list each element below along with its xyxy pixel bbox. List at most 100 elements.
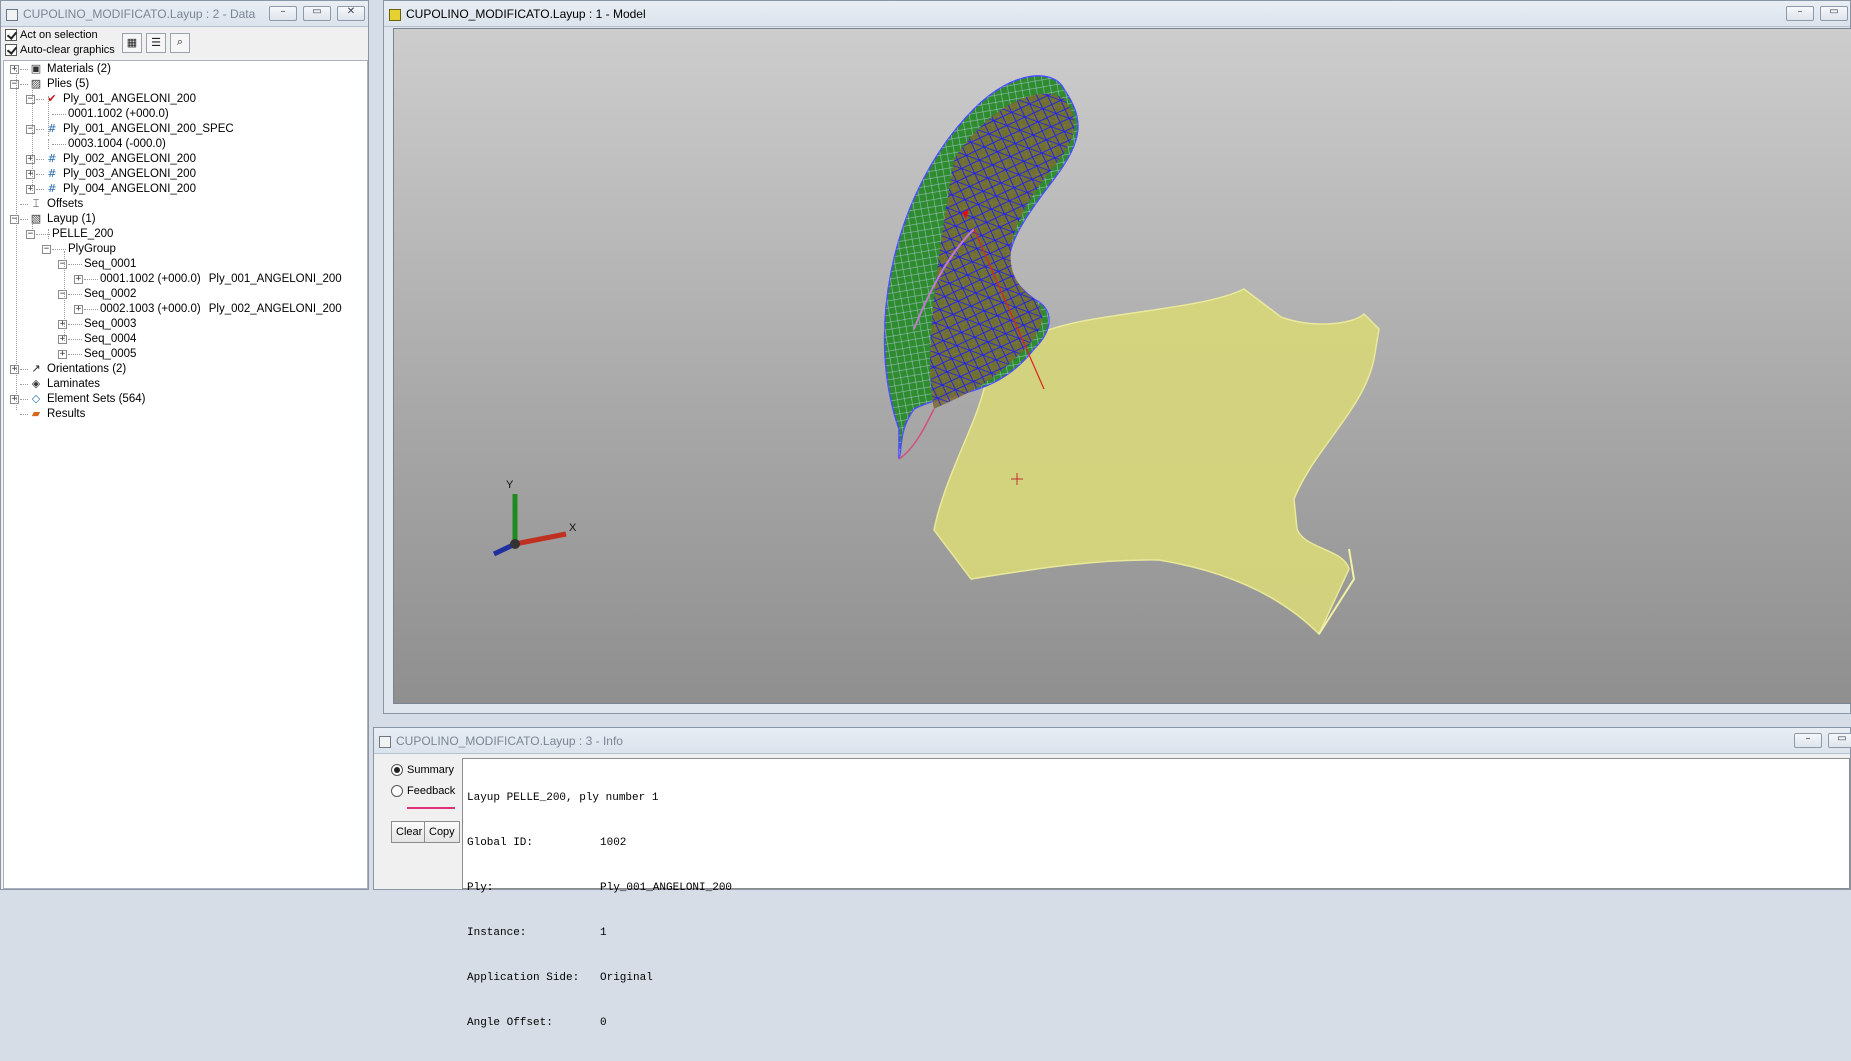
- expand-icon[interactable]: +: [26, 185, 35, 194]
- offsets-icon: ⌶: [32, 197, 40, 210]
- info-header-line: Layup PELLE_200, ply number 1: [467, 792, 659, 804]
- data-tree[interactable]: + ▣ Materials (2) − ▨ Plies (5) − ✔ Ply_001_ANGE…: [3, 60, 368, 889]
- expand-icon[interactable]: +: [10, 65, 19, 74]
- window-system-icon[interactable]: [6, 9, 18, 21]
- tree-node[interactable]: ▣ Materials (2): [30, 61, 111, 77]
- collapse-icon[interactable]: −: [26, 125, 35, 134]
- act-on-selection-checkbox[interactable]: [5, 29, 17, 41]
- tree-node-label: Seq_0004: [84, 333, 137, 345]
- summary-radio[interactable]: [391, 764, 403, 776]
- info-row: Instance: 1: [467, 927, 607, 939]
- expand-icon[interactable]: +: [58, 335, 67, 344]
- tree-node-label: 0003.1004 (-000.0): [68, 138, 166, 150]
- data-window-title: CUPOLINO_MODIFICATO.Layup : 2 - Data: [23, 7, 256, 21]
- expand-icon[interactable]: +: [10, 395, 19, 404]
- tree-node-label: Seq_0003: [84, 318, 137, 330]
- tree-node-label: Materials (2): [47, 63, 111, 75]
- tree-guide: [48, 229, 49, 239]
- tree-connector: [20, 69, 28, 70]
- tree-node-label: Element Sets (564): [47, 393, 146, 405]
- tree-node[interactable]: ▨ Plies (5): [30, 76, 89, 92]
- auto-clear-graphics-label: Auto-clear graphics: [20, 44, 115, 56]
- collapse-icon[interactable]: −: [10, 215, 19, 224]
- tree-node-label: 0001.1002 (+000.0): [68, 108, 169, 120]
- tree-node[interactable]: PlyGroup: [68, 241, 116, 257]
- axis-triad: [492, 494, 567, 557]
- minimize-button[interactable]: –: [269, 6, 297, 21]
- info-output[interactable]: Layup PELLE_200, ply number 1 Global ID:…: [462, 758, 1850, 1029]
- collapse-icon[interactable]: −: [42, 245, 51, 254]
- tree-node[interactable]: ▧ Layup (1): [30, 211, 96, 227]
- tree-node[interactable]: PELLE_200: [52, 226, 113, 242]
- act-on-selection-label: Act on selection: [20, 29, 98, 41]
- maximize-button[interactable]: ▭: [1828, 733, 1851, 748]
- tree-node-label: Results: [47, 408, 86, 420]
- tree-node[interactable]: # Ply_001_ANGELONI_200_SPEC: [46, 121, 233, 137]
- tree-node[interactable]: ▰ Results: [30, 406, 86, 422]
- tree-node[interactable]: 0001.1002 (+000.0): [68, 106, 169, 122]
- tree-connector: [36, 129, 44, 130]
- tree-node[interactable]: 0002.1003 (+000.0) Ply_002_ANGELONI_200: [100, 301, 342, 317]
- copy-button[interactable]: Copy: [424, 821, 460, 843]
- data-window: CUPOLINO_MODIFICATO.Layup : 2 - Data – ▭…: [0, 0, 369, 890]
- tree-node[interactable]: # Ply_002_ANGELONI_200: [46, 151, 196, 167]
- collapse-icon[interactable]: −: [26, 230, 35, 239]
- maximize-icon: ▭: [312, 6, 322, 17]
- expand-icon[interactable]: +: [74, 275, 83, 284]
- tree-node-label: PELLE_200: [52, 228, 114, 240]
- auto-clear-graphics-checkbox[interactable]: [5, 44, 17, 56]
- feedback-label: Feedback: [407, 785, 456, 797]
- window-system-icon[interactable]: [379, 736, 391, 748]
- search-button[interactable]: ⌕: [170, 33, 190, 53]
- tree-node[interactable]: ↗ Orientations (2): [30, 361, 126, 377]
- tree-node[interactable]: # Ply_003_ANGELONI_200: [46, 166, 196, 182]
- list-view-button[interactable]: ☰: [146, 33, 166, 53]
- expand-icon[interactable]: +: [58, 320, 67, 329]
- tree-connector: [68, 339, 82, 340]
- tree-node[interactable]: # Ply_004_ANGELONI_200: [46, 181, 196, 197]
- collapse-icon[interactable]: −: [58, 290, 67, 299]
- properties-button[interactable]: ▦: [122, 33, 142, 53]
- info-window-titlebar[interactable]: CUPOLINO_MODIFICATO.Layup : 3 - Info – ▭: [374, 728, 1851, 754]
- expand-icon[interactable]: +: [10, 365, 19, 374]
- clear-button[interactable]: Clear: [391, 821, 428, 843]
- 3d-viewport[interactable]: Y X: [393, 28, 1851, 704]
- tree-node[interactable]: Seq_0003: [84, 316, 136, 332]
- tree-node[interactable]: ◈ Laminates: [30, 376, 100, 392]
- expand-icon[interactable]: +: [26, 155, 35, 164]
- tree-guide: [64, 251, 65, 341]
- maximize-button[interactable]: ▭: [303, 6, 331, 21]
- window-system-icon[interactable]: [389, 9, 401, 21]
- tree-node[interactable]: 0003.1004 (-000.0): [68, 136, 166, 152]
- tree-node-ply-name: Ply_002_ANGELONI_200: [208, 303, 342, 315]
- maximize-button[interactable]: ▭: [1820, 6, 1848, 21]
- tree-node[interactable]: Seq_0002: [84, 286, 136, 302]
- expand-icon[interactable]: +: [74, 305, 83, 314]
- minimize-button[interactable]: –: [1794, 733, 1822, 748]
- tree-node[interactable]: Seq_0005: [84, 346, 136, 362]
- tree-node-label: PlyGroup: [68, 243, 116, 255]
- model-window: CUPOLINO_MODIFICATO.Layup : 1 - Model – …: [383, 0, 1851, 714]
- tree-node[interactable]: ◇ Element Sets (564): [30, 391, 146, 407]
- tree-node-label: Layup (1): [47, 213, 96, 225]
- collapse-icon[interactable]: −: [10, 80, 19, 89]
- tree-node[interactable]: Seq_0004: [84, 331, 136, 347]
- auto-clear-graphics-option[interactable]: Auto-clear graphics: [5, 44, 115, 56]
- collapse-icon[interactable]: −: [26, 95, 35, 104]
- expand-icon[interactable]: +: [58, 350, 67, 359]
- tree-node[interactable]: 0001.1002 (+000.0) Ply_001_ANGELONI_200: [100, 271, 342, 287]
- feedback-radio[interactable]: [391, 785, 403, 797]
- tree-node[interactable]: ✔ Ply_001_ANGELONI_200: [46, 91, 196, 107]
- tree-node[interactable]: Seq_0001: [84, 256, 136, 272]
- data-window-titlebar[interactable]: CUPOLINO_MODIFICATO.Layup : 2 - Data – ▭…: [1, 1, 368, 27]
- feedback-option[interactable]: Feedback: [391, 785, 455, 797]
- collapse-icon[interactable]: −: [58, 260, 67, 269]
- expand-icon[interactable]: +: [26, 170, 35, 179]
- close-button[interactable]: ✕: [337, 6, 365, 21]
- minimize-button[interactable]: –: [1786, 6, 1814, 21]
- model-window-titlebar[interactable]: CUPOLINO_MODIFICATO.Layup : 1 - Model – …: [384, 1, 1850, 27]
- tree-node[interactable]: ⌶ Offsets: [30, 196, 84, 212]
- tree-connector: [20, 384, 28, 385]
- summary-option[interactable]: Summary: [391, 764, 454, 776]
- act-on-selection-option[interactable]: Act on selection: [5, 29, 98, 41]
